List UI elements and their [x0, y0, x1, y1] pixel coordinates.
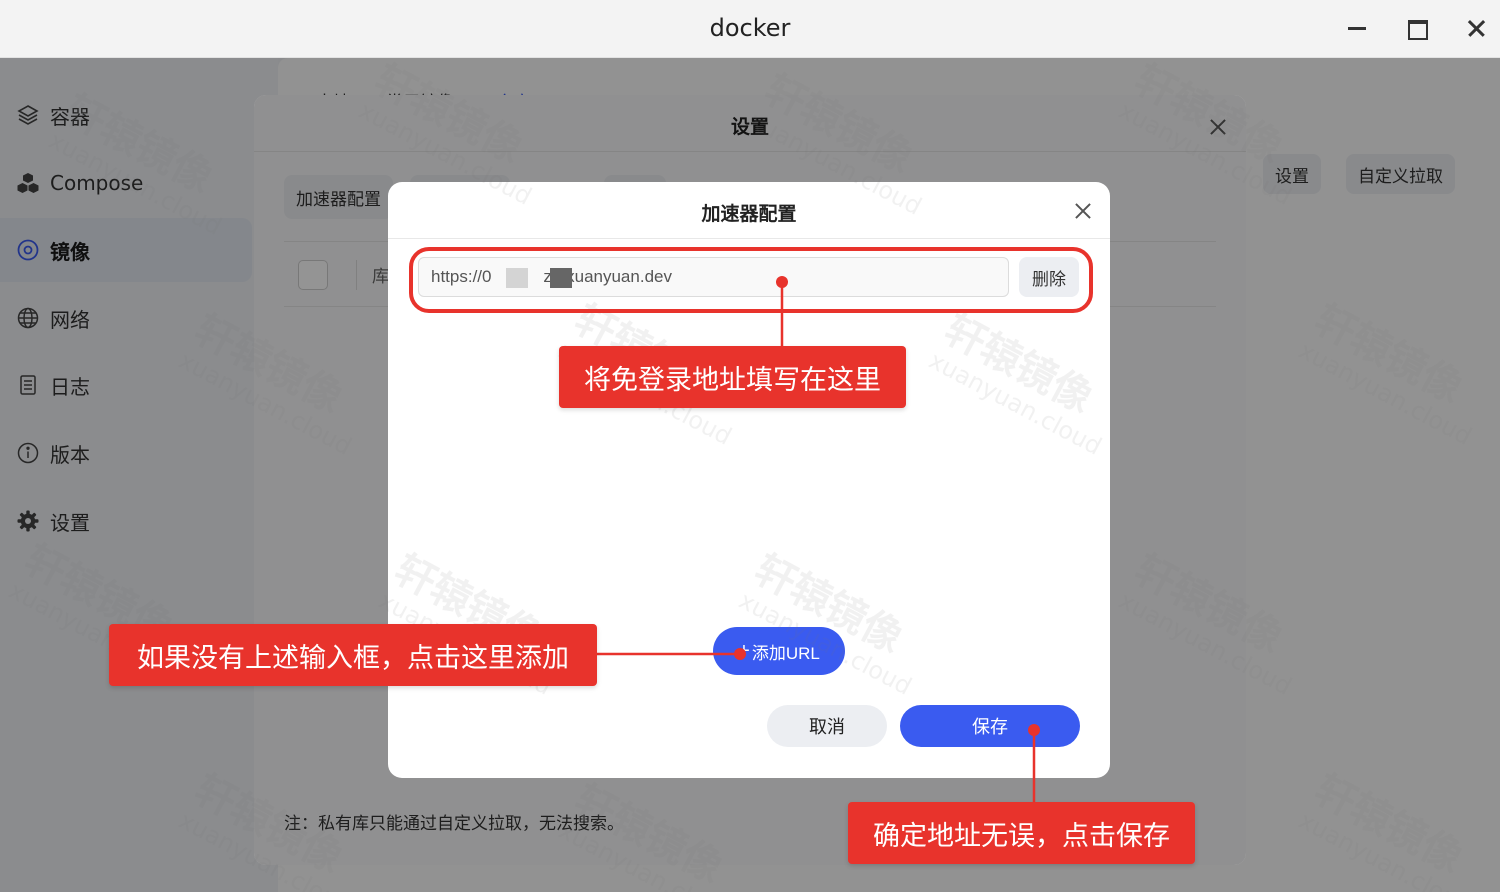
annotation-overlay: [409, 247, 1093, 802]
highlight-box: [409, 247, 1093, 313]
callout-fill-address: 将免登录地址填写在这里: [559, 346, 906, 408]
callout-add-url: 如果没有上述输入框，点击这里添加: [109, 624, 597, 686]
pointer-dot: [734, 648, 746, 660]
callout-confirm-save: 确定地址无误，点击保存: [848, 802, 1195, 864]
pointer-dot: [1028, 724, 1040, 736]
pointer-dot: [776, 276, 788, 288]
